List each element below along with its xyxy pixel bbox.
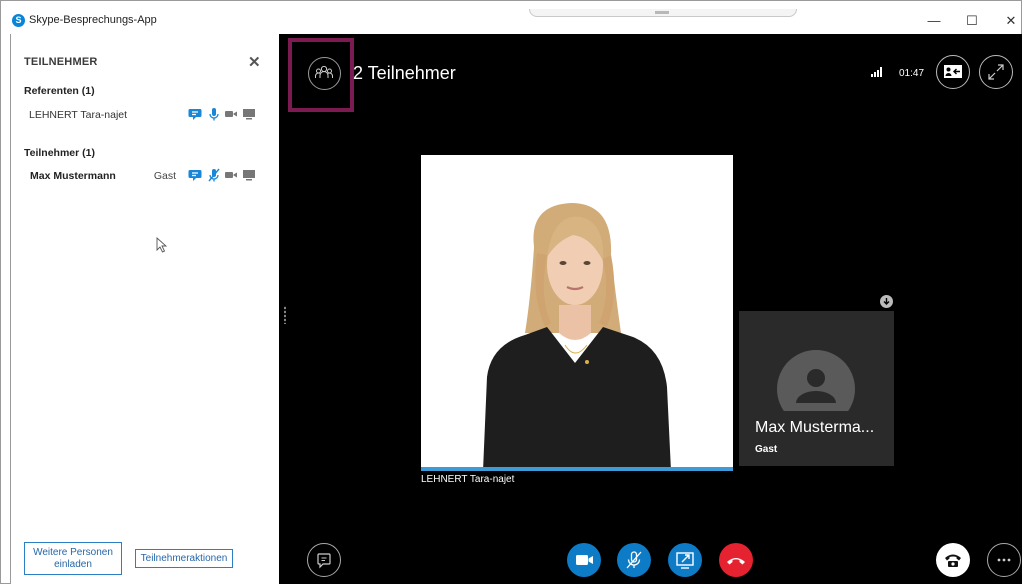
screen-share-icon	[676, 552, 694, 569]
arrow-down-icon	[883, 298, 890, 305]
microphone-muted-icon	[208, 168, 220, 182]
main-speaker-name: LEHNERT Tara-najet	[421, 474, 515, 485]
maximize-button[interactable]: ☐	[960, 11, 984, 31]
main-video-tile[interactable]	[421, 155, 733, 471]
presentation-icon	[944, 65, 962, 78]
participant-count: 2 Teilnehmer	[353, 63, 456, 83]
call-controls-button[interactable]	[936, 543, 970, 577]
mouse-cursor-icon	[156, 237, 168, 253]
chat-icon	[188, 170, 202, 181]
window-title: Skype-Besprechungs-App	[29, 14, 157, 26]
fullscreen-button[interactable]	[979, 55, 1013, 89]
notch-grip	[655, 11, 669, 14]
highlight-frame	[288, 38, 354, 112]
call-timer: 01:47	[899, 68, 925, 79]
presenters-heading: Referenten (1)	[24, 85, 95, 97]
active-speaker-indicator	[421, 467, 733, 471]
avatar-icon	[777, 350, 855, 411]
participant-row[interactable]: Max Mustermann Gast	[24, 168, 264, 184]
chat-icon	[188, 109, 202, 120]
participant-actions-button[interactable]: Teilnehmeraktionen	[135, 549, 233, 568]
title-bar: S Skype-Besprechungs-App — ☐ ✕	[1, 1, 1021, 33]
presenter-row[interactable]: LEHNERT Tara-najet	[24, 107, 264, 123]
skype-logo-icon: S	[12, 14, 25, 27]
expand-icon	[988, 64, 1004, 80]
participants-panel: TEILNEHMER ✕ Referenten (1) LEHNERT Tara…	[10, 34, 279, 584]
speaker-video-image	[421, 155, 733, 471]
self-view-tile[interactable]: Max Musterma... Gast	[739, 311, 894, 466]
close-window-button[interactable]: ✕	[999, 11, 1022, 31]
microphone-muted-icon	[626, 551, 642, 569]
presenter-name: LEHNERT Tara-najet	[29, 109, 128, 121]
panel-resize-grip[interactable]	[284, 306, 286, 324]
ellipsis-icon	[997, 558, 1011, 562]
chat-button[interactable]	[307, 543, 341, 577]
video-icon	[225, 172, 237, 178]
share-screen-button[interactable]	[668, 543, 702, 577]
chat-icon	[317, 553, 331, 569]
participant-role: Gast	[153, 170, 176, 182]
minimize-button[interactable]: —	[922, 11, 946, 31]
camera-button[interactable]	[567, 543, 601, 577]
hang-up-phone-icon	[727, 558, 745, 565]
pip-participant-name: Max Musterma...	[755, 419, 875, 436]
participants-heading: Teilnehmer (1)	[24, 147, 95, 159]
screen-share-icon	[243, 109, 255, 120]
video-icon	[225, 111, 237, 117]
participant-name: Max Mustermann	[30, 170, 116, 182]
more-options-button[interactable]	[987, 543, 1021, 577]
pip-participant-role: Gast	[755, 444, 778, 455]
hang-up-button[interactable]	[719, 543, 753, 577]
screen-share-icon	[243, 170, 255, 181]
signal-strength-icon	[871, 67, 882, 77]
invite-people-button[interactable]: Weitere Personen einladen	[24, 542, 122, 575]
microphone-mute-button[interactable]	[617, 543, 651, 577]
close-panel-button[interactable]: ✕	[248, 53, 261, 71]
content-panel-button[interactable]	[936, 55, 970, 89]
pip-collapse-button[interactable]	[880, 295, 893, 308]
panel-title: TEILNEHMER	[24, 56, 98, 68]
phone-dialpad-icon	[945, 554, 961, 567]
video-camera-icon	[576, 555, 593, 565]
meeting-window: S Skype-Besprechungs-App — ☐ ✕ TEILNEHME…	[0, 0, 1022, 584]
microphone-icon	[209, 108, 219, 121]
